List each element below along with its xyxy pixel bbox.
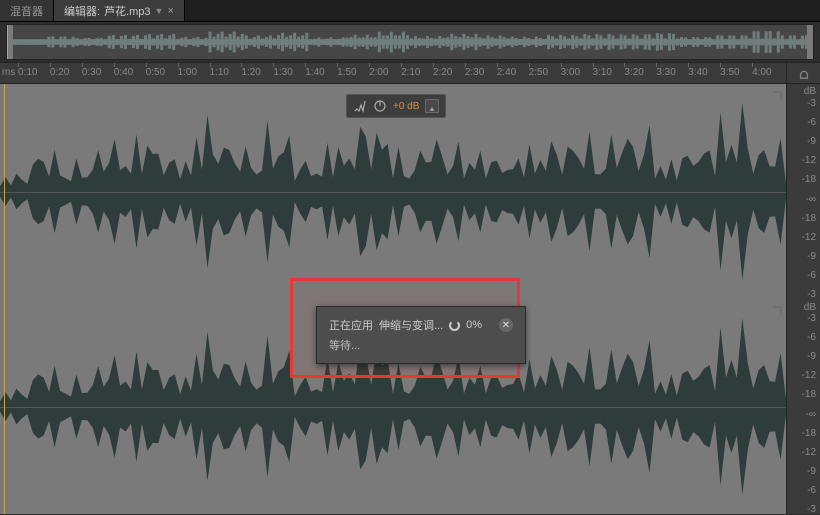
ruler-tick: 3:50: [720, 67, 739, 78]
time-ruler[interactable]: ms 0:10 0:20 0:30 0:40 0:50 1:00 1:10 1:20 1:30 1…: [0, 63, 786, 83]
db-tick: -6: [807, 485, 816, 496]
tab-bar: 混音器 编辑器: 芦花.mp3 ▼ ×: [0, 0, 820, 22]
dialog-text-waiting: 等待...: [329, 337, 513, 353]
ruler-tick: 2:50: [529, 67, 548, 78]
time-ruler-row: ms 0:10 0:20 0:30 0:40 0:50 1:00 1:10 1:20 1:30 1…: [0, 62, 820, 84]
ruler-tick: 0:50: [146, 67, 165, 78]
ruler-tick: 1:20: [241, 67, 260, 78]
dialog-text-applying: 正在应用: [329, 317, 373, 333]
db-tick: -18: [802, 174, 816, 185]
db-scale-column: dB dB -3 -6 -9 -12 -18 -∞ -18 -12 -9 -6 -3 -3 -6 -9 -1…: [786, 84, 820, 514]
db-tick: -6: [807, 332, 816, 343]
signal-icon: [353, 99, 367, 113]
db-tick: -12: [802, 155, 816, 166]
ruler-tick: 3:20: [624, 67, 643, 78]
db-unit: dB: [804, 86, 816, 97]
dialog-effect-name: 伸缩与变调...: [379, 317, 443, 333]
db-tick: -9: [807, 351, 816, 362]
db-tick: -12: [802, 447, 816, 458]
ruler-tick: 2:20: [433, 67, 452, 78]
db-tick: -6: [807, 270, 816, 281]
spinner-icon: [449, 320, 460, 331]
gain-dial-icon[interactable]: [373, 99, 387, 113]
gain-db-value[interactable]: +0 dB: [393, 101, 419, 112]
tab-editor[interactable]: 编辑器: 芦花.mp3 ▼ ×: [54, 0, 185, 21]
ruler-tick: 3:40: [688, 67, 707, 78]
ruler-tick: 1:10: [210, 67, 229, 78]
dialog-progress-percent: 0%: [466, 319, 482, 331]
pan-tool-icon[interactable]: [786, 63, 820, 83]
ruler-tick: 2:30: [465, 67, 484, 78]
ruler-tick: 1:30: [273, 67, 292, 78]
db-tick: -∞: [806, 409, 816, 420]
overview-handle-right[interactable]: [807, 25, 813, 59]
db-tick: -12: [802, 370, 816, 381]
db-tick: -∞: [806, 194, 816, 205]
ruler-tick: 0:30: [82, 67, 101, 78]
cancel-icon[interactable]: ✕: [499, 318, 513, 332]
db-tick: -12: [802, 232, 816, 243]
overview-playhead: [7, 25, 8, 59]
channel-options-icon[interactable]: [772, 303, 782, 313]
progress-dialog: 正在应用 伸缩与变调... 0% ✕ 等待...: [316, 306, 526, 364]
ruler-tick: 1:00: [178, 67, 197, 78]
db-tick: -3: [807, 313, 816, 324]
db-tick: -6: [807, 117, 816, 128]
overview-wave-svg: [7, 25, 813, 59]
ruler-tick: 2:40: [497, 67, 516, 78]
channel-midline: [0, 192, 786, 193]
db-tick: -3: [807, 289, 816, 300]
ruler-tick: 3:10: [593, 67, 612, 78]
playhead[interactable]: [4, 84, 5, 514]
pin-hud-icon[interactable]: [425, 99, 439, 113]
close-icon[interactable]: ×: [167, 5, 173, 17]
ruler-tick: 0:20: [50, 67, 69, 78]
ruler-tick: 2:00: [369, 67, 388, 78]
tab-mixer[interactable]: 混音器: [0, 0, 54, 21]
db-unit: dB: [804, 302, 816, 313]
ruler-tick: 1:50: [337, 67, 356, 78]
db-tick: -9: [807, 136, 816, 147]
db-tick: -9: [807, 251, 816, 262]
ruler-tick: 4:00: [752, 67, 771, 78]
db-tick: -9: [807, 466, 816, 477]
ruler-tick: 3:30: [656, 67, 675, 78]
ruler-unit: ms: [2, 67, 15, 78]
chevron-down-icon[interactable]: ▼: [155, 6, 164, 16]
gain-hud: +0 dB: [346, 94, 446, 118]
ruler-tick: 1:40: [305, 67, 324, 78]
db-tick: -18: [802, 389, 816, 400]
ruler-tick: 0:40: [114, 67, 133, 78]
db-tick: -18: [802, 428, 816, 439]
ruler-tick: 0:10: [18, 67, 37, 78]
overview-waveform[interactable]: [6, 24, 814, 60]
channel-midline: [0, 407, 786, 408]
ruler-tick: 2:10: [401, 67, 420, 78]
ruler-tick: 3:00: [561, 67, 580, 78]
channel-options-icon[interactable]: [772, 88, 782, 98]
db-tick: -3: [807, 98, 816, 109]
db-tick: -18: [802, 213, 816, 224]
db-tick: -3: [807, 504, 816, 515]
